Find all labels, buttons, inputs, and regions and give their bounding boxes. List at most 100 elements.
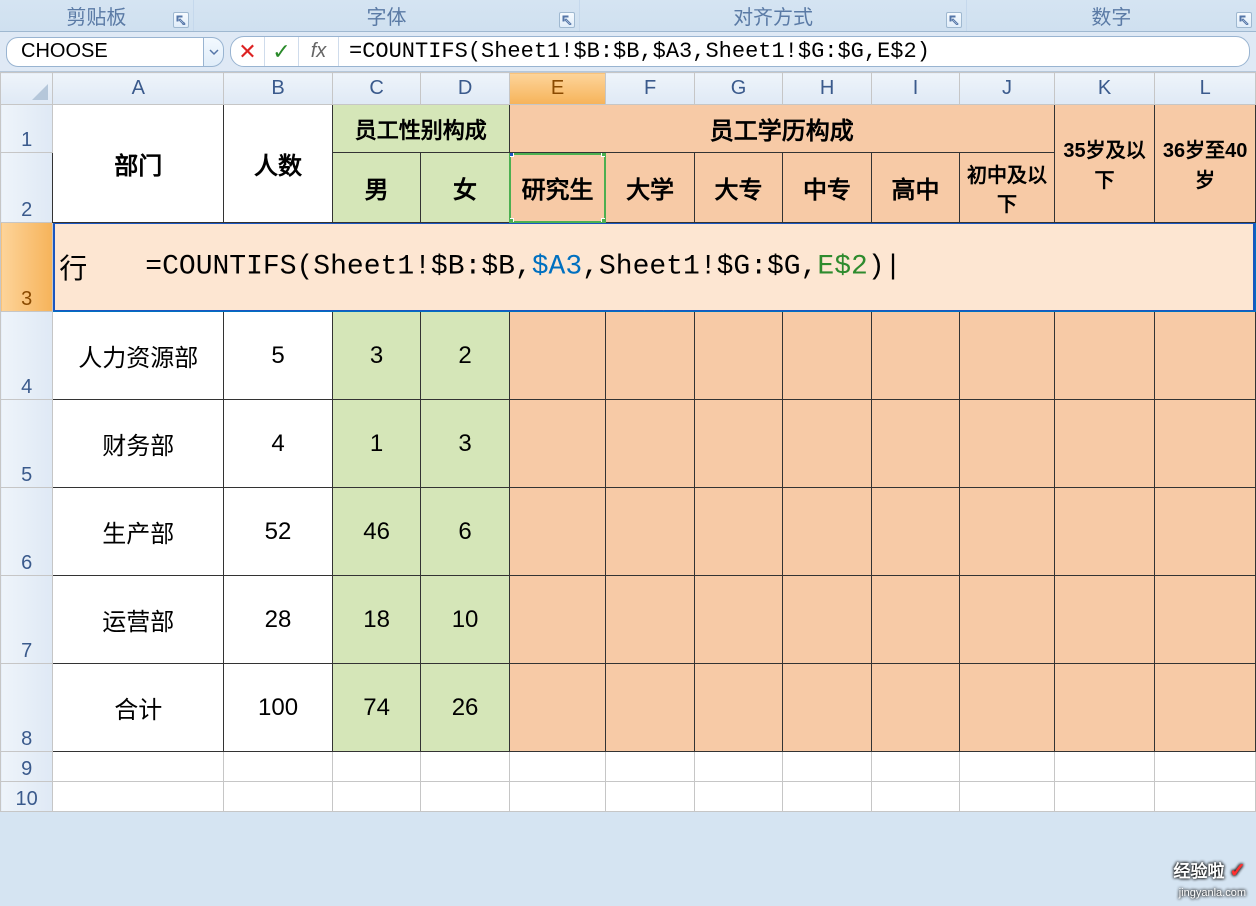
cell[interactable] bbox=[1054, 782, 1155, 812]
spreadsheet-grid[interactable]: A B C D E F G H I J K L 1 部门 人数 员工性别构成 员… bbox=[0, 72, 1256, 812]
cell[interactable] bbox=[783, 312, 871, 400]
cell[interactable] bbox=[509, 400, 606, 488]
cell[interactable] bbox=[960, 752, 1055, 782]
cancel-icon[interactable]: ✕ bbox=[231, 37, 265, 66]
cell-count[interactable]: 100 bbox=[224, 664, 333, 752]
cell[interactable] bbox=[783, 576, 871, 664]
cell-female[interactable]: 6 bbox=[421, 488, 509, 576]
fx-icon[interactable]: fx bbox=[299, 37, 339, 66]
cell-male[interactable]: 74 bbox=[332, 664, 420, 752]
cell[interactable] bbox=[509, 576, 606, 664]
col-header[interactable]: G bbox=[694, 73, 782, 105]
cell[interactable] bbox=[1054, 752, 1155, 782]
row-header[interactable]: 1 bbox=[1, 105, 53, 153]
cell[interactable] bbox=[960, 576, 1055, 664]
cell[interactable] bbox=[960, 782, 1055, 812]
cell-male[interactable]: 1 bbox=[332, 400, 420, 488]
cell-dept[interactable]: 运营部 bbox=[53, 576, 224, 664]
cell[interactable] bbox=[783, 488, 871, 576]
cell[interactable] bbox=[871, 312, 959, 400]
cell[interactable] bbox=[694, 782, 782, 812]
cell-male[interactable]: 18 bbox=[332, 576, 420, 664]
row-header[interactable]: 4 bbox=[1, 312, 53, 400]
cell[interactable] bbox=[871, 782, 959, 812]
cell[interactable] bbox=[694, 488, 782, 576]
cell-female[interactable]: 2 bbox=[421, 312, 509, 400]
header-count[interactable]: 人数 bbox=[224, 105, 333, 223]
row-header[interactable]: 7 bbox=[1, 576, 53, 664]
cell[interactable] bbox=[53, 752, 224, 782]
col-header[interactable]: B bbox=[224, 73, 333, 105]
dialog-launcher-icon[interactable] bbox=[173, 12, 189, 28]
cell[interactable] bbox=[509, 664, 606, 752]
cell[interactable] bbox=[871, 400, 959, 488]
cell[interactable] bbox=[1054, 400, 1155, 488]
cell[interactable] bbox=[1054, 488, 1155, 576]
cell[interactable] bbox=[783, 782, 871, 812]
header-age35[interactable]: 35岁及以下 bbox=[1054, 105, 1155, 223]
cell-female[interactable]: 3 bbox=[421, 400, 509, 488]
col-header[interactable]: L bbox=[1155, 73, 1256, 105]
col-header[interactable]: C bbox=[332, 73, 420, 105]
cell[interactable] bbox=[1054, 312, 1155, 400]
cell[interactable] bbox=[783, 752, 871, 782]
cell[interactable] bbox=[509, 782, 606, 812]
header-female[interactable]: 女 bbox=[421, 153, 509, 223]
cell[interactable] bbox=[224, 752, 333, 782]
cell[interactable] bbox=[509, 312, 606, 400]
row-header[interactable]: 9 bbox=[1, 752, 53, 782]
cell[interactable] bbox=[1054, 576, 1155, 664]
name-box-value[interactable]: CHOOSE bbox=[6, 37, 204, 67]
header-edu-group[interactable]: 员工学历构成 bbox=[509, 105, 1054, 153]
cell-dept[interactable]: 生产部 bbox=[53, 488, 224, 576]
cell-male[interactable]: 46 bbox=[332, 488, 420, 576]
cell[interactable] bbox=[421, 752, 509, 782]
cell-dept[interactable]: 财务部 bbox=[53, 400, 224, 488]
cell[interactable] bbox=[606, 312, 694, 400]
cell[interactable] bbox=[1155, 312, 1256, 400]
cell[interactable] bbox=[694, 664, 782, 752]
col-header[interactable]: J bbox=[960, 73, 1055, 105]
cell[interactable] bbox=[871, 488, 959, 576]
header-gender-group[interactable]: 员工性别构成 bbox=[332, 105, 509, 153]
cell-count[interactable]: 5 bbox=[224, 312, 333, 400]
enter-icon[interactable]: ✓ bbox=[265, 37, 299, 66]
cell-count[interactable]: 4 bbox=[224, 400, 333, 488]
cell[interactable] bbox=[871, 752, 959, 782]
cell[interactable] bbox=[421, 782, 509, 812]
cell[interactable] bbox=[509, 488, 606, 576]
col-header-selected[interactable]: E bbox=[509, 73, 606, 105]
cell[interactable] bbox=[53, 782, 224, 812]
row-header[interactable]: 2 bbox=[1, 153, 53, 223]
cell[interactable] bbox=[783, 664, 871, 752]
row-header[interactable]: 10 bbox=[1, 782, 53, 812]
cell[interactable] bbox=[1054, 664, 1155, 752]
select-all-triangle[interactable] bbox=[1, 73, 53, 105]
cell[interactable] bbox=[1155, 400, 1256, 488]
name-box-dropdown[interactable] bbox=[204, 37, 224, 67]
cell[interactable] bbox=[606, 576, 694, 664]
formula-text[interactable]: =COUNTIFS(Sheet1!$B:$B,$A3,Sheet1!$G:$G,… bbox=[339, 39, 1249, 64]
header-highschool[interactable]: 高中 bbox=[871, 153, 959, 223]
cell[interactable] bbox=[332, 782, 420, 812]
cell-count[interactable]: 52 bbox=[224, 488, 333, 576]
cell[interactable] bbox=[1155, 752, 1256, 782]
cell[interactable] bbox=[224, 782, 333, 812]
cell-count[interactable]: 28 bbox=[224, 576, 333, 664]
name-box[interactable]: CHOOSE bbox=[6, 36, 224, 67]
header-dept[interactable]: 部门 bbox=[53, 105, 224, 223]
cell[interactable] bbox=[694, 400, 782, 488]
dialog-launcher-icon[interactable] bbox=[1236, 12, 1252, 28]
header-grad[interactable]: 研究生 bbox=[509, 153, 606, 223]
header-univ[interactable]: 大学 bbox=[606, 153, 694, 223]
cell[interactable] bbox=[694, 752, 782, 782]
cell[interactable] bbox=[783, 400, 871, 488]
col-header[interactable]: H bbox=[783, 73, 871, 105]
header-secondary[interactable]: 中专 bbox=[783, 153, 871, 223]
cell[interactable] bbox=[694, 576, 782, 664]
row-header[interactable]: 6 bbox=[1, 488, 53, 576]
cell[interactable] bbox=[871, 576, 959, 664]
cell[interactable] bbox=[606, 752, 694, 782]
row-header[interactable]: 8 bbox=[1, 664, 53, 752]
cell[interactable] bbox=[606, 488, 694, 576]
